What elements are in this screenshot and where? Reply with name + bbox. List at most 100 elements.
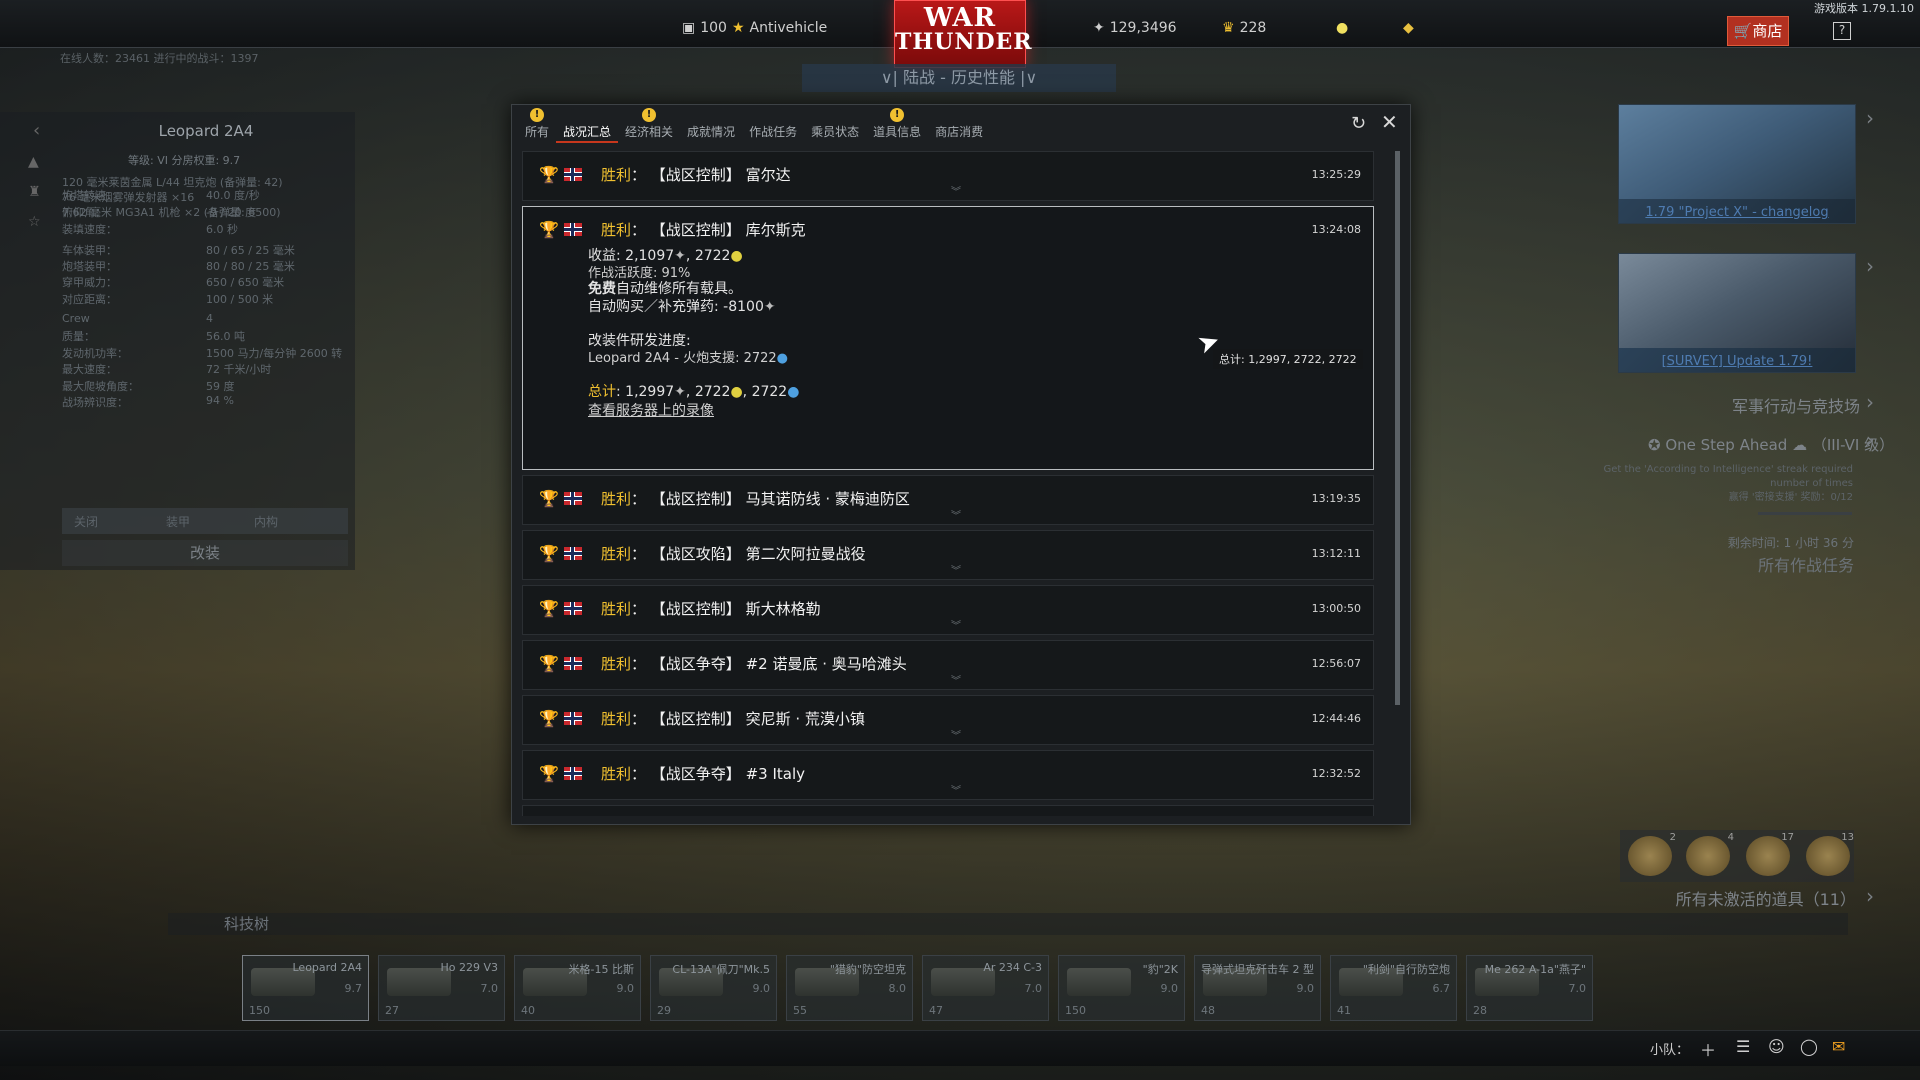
expand-chevron-icon[interactable]: ︾ — [951, 617, 961, 632]
bottom-bar — [0, 1030, 1920, 1066]
booster-icon[interactable]: 13 — [1806, 832, 1854, 876]
battle-entry[interactable]: 🏆 胜利： 【战区控制】 突尼斯 · 荒漠小镇 12:44:46 ︾ — [522, 695, 1374, 745]
all-tasks-link[interactable]: 所有作战任务 — [1758, 552, 1854, 576]
premium-vehicle-counter[interactable]: ▣ 100 ★ Antivehicle — [682, 20, 827, 36]
scrollbar[interactable] — [1395, 151, 1400, 705]
list-icon[interactable]: ☰ — [1736, 1037, 1750, 1056]
tab-armor[interactable]: 装甲 — [166, 513, 190, 530]
vehicle-name: Ho 229 V3 — [440, 961, 498, 974]
war-activities-link[interactable]: 军事行动与竞技场 — [1732, 393, 1860, 417]
news-image — [1619, 254, 1855, 348]
chevron-right-icon[interactable]: › — [1866, 390, 1874, 414]
chevron-right-icon[interactable]: › — [1866, 254, 1874, 278]
tab-2[interactable]: 经济相关! — [618, 108, 680, 143]
battle-entry[interactable]: 🏆 胜利： 【战区争夺】 #2 诺曼底 · 奥马哈滩头 12:56:07 ︾ — [522, 640, 1374, 690]
battle-time: 13:24:08 — [1311, 223, 1361, 236]
tech-tree-button[interactable]: 科技树 — [224, 913, 269, 934]
tab-5[interactable]: 乘员状态 — [804, 113, 866, 143]
golden-eagles-counter[interactable]: ♛ 228 — [1222, 20, 1266, 36]
vehicle-slot[interactable]: Ar 234 C-3 7.0 47 — [922, 955, 1049, 1021]
booster-icon[interactable]: 17 — [1746, 832, 1794, 876]
booster-icon[interactable]: 4 — [1686, 832, 1734, 876]
germany-flag-icon — [564, 657, 582, 670]
vehicle-slot[interactable]: 米格-15 比斯 9.0 40 — [514, 955, 641, 1021]
wallet-icon[interactable]: ◆ — [1403, 20, 1414, 36]
chevron-right-icon[interactable]: › — [1866, 106, 1874, 130]
tab-3[interactable]: 成就情况 — [680, 113, 742, 143]
tab-1[interactable]: 战况汇总 — [556, 113, 619, 143]
battle-time: 13:25:29 — [1311, 168, 1361, 181]
expand-chevron-icon[interactable]: ︾ — [951, 672, 961, 687]
news-link[interactable]: 1.79 "Project X" - changelog — [1619, 205, 1855, 220]
news-link[interactable]: [SURVEY] Update 1.79! — [1619, 354, 1855, 369]
vehicle-slot[interactable]: Ho 229 V3 7.0 27 — [378, 955, 505, 1021]
vehicle-thumbnail — [1067, 968, 1131, 996]
tech-tree-bar — [168, 913, 1848, 935]
research-bulb-icon[interactable]: ● — [1336, 20, 1348, 36]
tab-internals[interactable]: 内构 — [254, 513, 278, 530]
star-icon[interactable]: ☆ — [28, 214, 41, 230]
detail-line[interactable]: 查看服务器上的录像 — [588, 400, 714, 420]
vehicle-slot[interactable]: Me 262 A-1a"燕子" 7.0 28 — [1466, 955, 1593, 1021]
refresh-icon[interactable]: ↻ — [1351, 113, 1366, 134]
vehicle-slot[interactable]: 导弹式坦克歼击车 2 型 9.0 48 — [1194, 955, 1321, 1021]
game-mode-selector[interactable]: ∨| 陆战 - 历史性能 |∨ — [802, 64, 1116, 92]
tab-6[interactable]: 道具信息! — [866, 108, 928, 143]
silver-lion-icon: ✦ — [763, 299, 776, 315]
victory-label: 胜利 — [601, 655, 632, 673]
crew-icon[interactable]: ♜ — [28, 184, 41, 200]
silver-lions-counter[interactable]: ✦ 129,3496 — [1093, 20, 1177, 36]
battle-entry[interactable]: 🏆 胜利： 【战区攻陷】 第二次阿拉曼战役 13:12:11 ︾ — [522, 530, 1374, 580]
task-title[interactable]: ✪ One Step Ahead ☁ （III-VI 级） — [1648, 434, 1894, 455]
mod-progress: Leopard 2A4 - 火炮支援: 2722 — [588, 351, 777, 366]
plus-icon[interactable]: ＋ — [1700, 1037, 1716, 1061]
expand-chevron-icon[interactable]: ︾ — [951, 782, 961, 797]
expand-chevron-icon[interactable]: ︾ — [951, 562, 961, 577]
expand-chevron-icon[interactable]: ︾ — [951, 507, 961, 522]
expand-chevron-icon[interactable]: ︾ — [951, 183, 961, 198]
vehicle-slot[interactable]: Leopard 2A4 9.7 150 — [242, 955, 369, 1021]
chevron-right-icon[interactable]: › — [1866, 428, 1874, 452]
research-point-icon: ● — [730, 384, 743, 400]
tab-4[interactable]: 作战任务 — [742, 113, 804, 143]
help-button[interactable]: ? — [1833, 22, 1851, 40]
boosters-bar: 2 4 17 13 — [1620, 830, 1854, 882]
armor-view-tabs[interactable]: 关闭 装甲 内构 — [62, 508, 348, 534]
battle-entry[interactable]: 🏆 胜利： 【战区争夺】 #3 Italy 12:32:52 ︾ — [522, 750, 1374, 800]
news-card-survey[interactable]: [SURVEY] Update 1.79! — [1618, 253, 1856, 373]
mail-icon[interactable]: ✉ — [1832, 1037, 1845, 1056]
shop-button[interactable]: 🛒商店 — [1727, 16, 1789, 46]
war-thunder-logo[interactable]: WAR THUNDER — [894, 0, 1032, 68]
tab-0[interactable]: 所有! — [518, 108, 556, 143]
battle-time: 13:19:35 — [1311, 492, 1361, 505]
close-icon[interactable]: ✕ — [1381, 110, 1398, 134]
battle-entry[interactable]: 🏆 胜利： 【战区控制】 库尔斯克 13:24:08 收益: 2,1097✦, 272… — [522, 206, 1374, 470]
crew-level: 27 — [385, 1004, 399, 1017]
battle-entry[interactable]: 🏆 胜利： 【战区控制】 富尔达 13:25:29 ︾ — [522, 151, 1374, 201]
expand-chevron-icon[interactable]: ︾ — [951, 727, 961, 742]
vehicle-slot[interactable]: "利剑"自行防空炮 6.7 41 — [1330, 955, 1457, 1021]
tank-icon[interactable]: ▲ — [28, 154, 39, 170]
chat-icon[interactable]: ◯ — [1800, 1037, 1818, 1056]
germany-flag-icon — [564, 547, 582, 560]
germany-flag-icon — [564, 492, 582, 505]
battle-entry[interactable]: 🏆 胜利： 【战区控制】 马其诺防线 · 蒙梅迪防区 13:19:35 ︾ — [522, 475, 1374, 525]
tab-close[interactable]: 关闭 — [74, 513, 98, 530]
battle-entry[interactable]: 🏆 胜利： 【战区控制】 斯大林格勒 13:00:50 ︾ — [522, 585, 1374, 635]
vehicle-slot[interactable]: CL-13A"佩刀"Mk.5 9.0 29 — [650, 955, 777, 1021]
vehicle-slot[interactable]: "猎豹"防空坦克 8.0 55 — [786, 955, 913, 1021]
tab-7[interactable]: 商店消费 — [928, 113, 990, 143]
victory-label: 胜利 — [601, 600, 632, 618]
modify-button[interactable]: 改装 — [62, 540, 348, 566]
friends-icon[interactable]: ☺ — [1768, 1037, 1785, 1056]
inactive-boosters-link[interactable]: 所有未激活的道具（11） — [1676, 886, 1856, 910]
news-card-changelog[interactable]: 1.79 "Project X" - changelog — [1618, 104, 1856, 224]
battle-rating: 9.0 — [616, 982, 635, 995]
detail-line: 免费自动维修所有载具。 — [588, 278, 742, 298]
battle-entry[interactable] — [522, 805, 1374, 816]
server-replay-link[interactable]: 查看服务器上的录像 — [588, 403, 714, 419]
chevron-right-icon[interactable]: › — [1866, 884, 1874, 908]
booster-icon[interactable]: 2 — [1628, 832, 1676, 876]
vehicle-slot[interactable]: "豹"2K 9.0 150 — [1058, 955, 1185, 1021]
convertible-rp-icon: ● — [787, 384, 800, 400]
